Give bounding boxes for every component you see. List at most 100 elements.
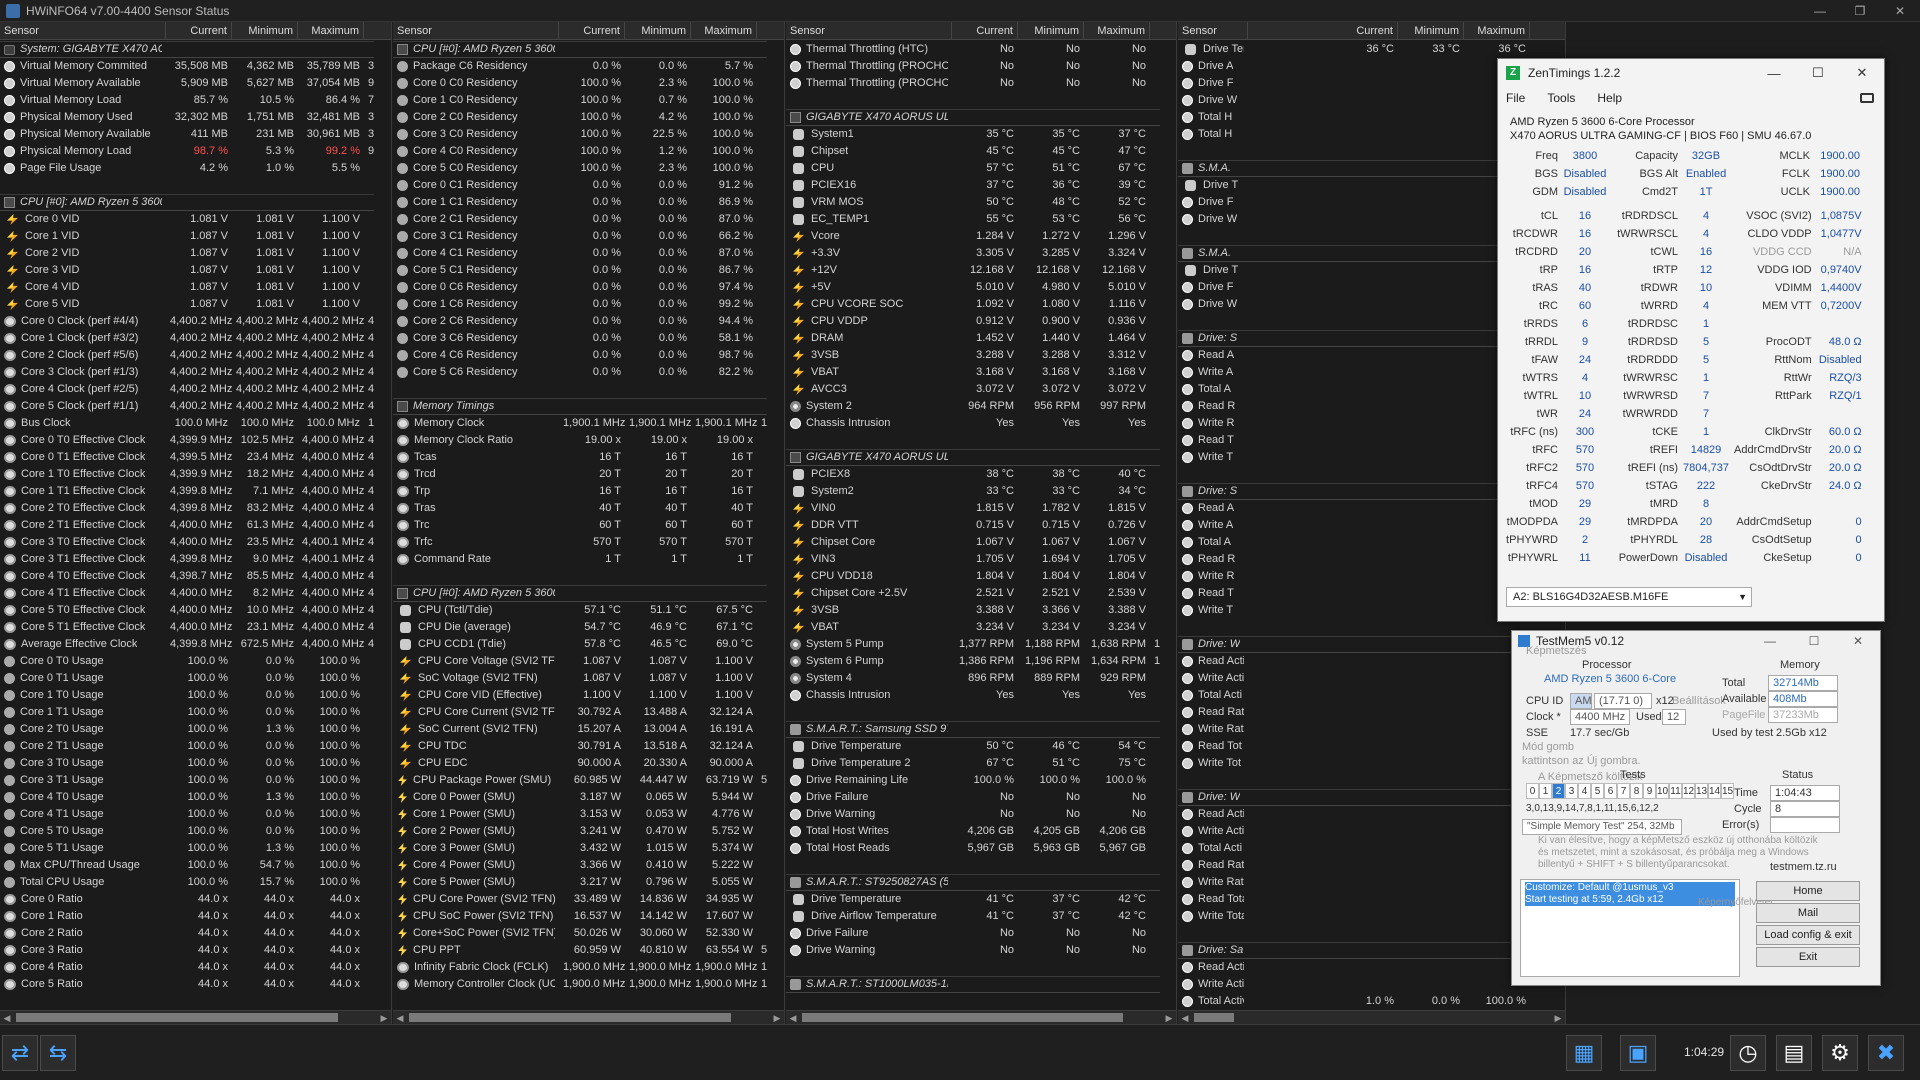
sensor-row[interactable]: VRM MOS 50 °C 48 °C 52 °C [786, 194, 1176, 211]
sensor-row[interactable]: Core 2 Power (SMU) 3.241 W 0.470 W 5.752 W [393, 823, 784, 840]
sensor-row[interactable]: Physical Memory Used 32,302 MB 1,751 MB 32,… [0, 109, 391, 126]
sensor-row[interactable]: CPU Core Power (SVI2 TFN) 33.489 W 14.836 … [393, 891, 784, 908]
test-toggle-14[interactable]: 14 [1708, 783, 1721, 799]
sensor-group[interactable]: S.M.A.R.T.: ST1000LM035-1RK17... [786, 976, 1176, 993]
sensor-row[interactable]: Core 3 C0 Residency 100.0 % 22.5 % 100.0 % [393, 126, 784, 143]
sensor-row[interactable]: Command Rate 1 T1 T1 T [393, 551, 784, 568]
column-header-current[interactable]: Current [1248, 22, 1398, 40]
sensor-row[interactable]: Core 4 Ratio 44.0 x 44.0 x 44.0 x [0, 959, 391, 976]
sensor-row[interactable]: Core 3 C1 Residency 0.0 % 0.0 % 66.2 % [393, 228, 784, 245]
sensor-row[interactable]: Core 5 Clock (perf #1/1) 4,400.2 MHz 4,400… [0, 398, 391, 415]
sensor-row[interactable]: Core 0 C0 Residency 100.0 % 2.3 % 100.0 % [393, 75, 784, 92]
sensor-row[interactable]: Read Rat [1178, 704, 1565, 721]
sensor-row[interactable]: System2 33 °C 33 °C 34 °C [786, 483, 1176, 500]
sensor-row[interactable]: CPU EDC 90.000 A 20.330 A 90.000 A [393, 755, 784, 772]
sensor-row[interactable]: VBAT 3.168 V 3.168 V 3.168 V [786, 364, 1176, 381]
sensor-row[interactable]: +5V 5.010 V 4.980 V 5.010 V [786, 279, 1176, 296]
sensor-row[interactable]: Core 3 Ratio 44.0 x 44.0 x 44.0 x [0, 942, 391, 959]
column-header-sensor[interactable]: Sensor [0, 22, 166, 40]
sensor-row[interactable]: SoC Current (SVI2 TFN) 15.207 A 13.004 A 16… [393, 721, 784, 738]
sensor-row[interactable]: Vcore 1.284 V 1.272 V 1.296 V [786, 228, 1176, 245]
sensor-row[interactable]: Thermal Throttling (HTC) No No No [786, 41, 1176, 58]
sensor-row[interactable]: Core 0 T1 Effective Clock 4,399.5 MHz 23.4… [0, 449, 391, 466]
sensor-row[interactable]: Read Tota [1178, 891, 1565, 908]
sensor-group[interactable]: Drive: W [1178, 789, 1565, 806]
sensor-row[interactable]: Drive Warning No No No [786, 806, 1176, 823]
sensor-row[interactable]: Core 5 C6 Residency 0.0 % 0.0 % 82.2 % [393, 364, 784, 381]
test-toggle-3[interactable]: 3 [1565, 783, 1578, 799]
scroll-right-icon[interactable]: ▶ [1162, 1011, 1176, 1024]
scrollbar-thumb[interactable] [802, 1013, 1123, 1022]
sensor-row[interactable]: Read Tot [1178, 738, 1565, 755]
sensor-row[interactable]: Core 1 T1 Usage 100.0 % 0.0 % 100.0 % [0, 704, 391, 721]
sensor-row[interactable]: Core 4 T0 Usage 100.0 % 1.3 % 100.0 % [0, 789, 391, 806]
sensor-panel-1[interactable]: Sensor Current Minimum Maximum System: GIGAB… [0, 22, 392, 1024]
sensor-row[interactable]: +3.3V 3.305 V 3.285 V 3.324 V [786, 245, 1176, 262]
column-header-maximum[interactable]: Maximum [691, 22, 757, 40]
sensor-row[interactable]: Physical Memory Load 98.7 % 5.3 % 99.2 % 9 [0, 143, 391, 160]
column-header-current[interactable]: Current [166, 22, 232, 40]
horizontal-scrollbar[interactable]: ◀ ▶ [0, 1010, 391, 1024]
scrollbar-thumb[interactable] [16, 1013, 338, 1022]
sensor-row[interactable]: System 6 Pump 1,386 RPM 1,196 RPM 1,634 RPM… [786, 653, 1176, 670]
sensor-row[interactable]: System 2 964 RPM 956 RPM 997 RPM [786, 398, 1176, 415]
sensor-row[interactable]: Drive Temperature 50 °C 46 °C 54 °C [786, 738, 1176, 755]
scroll-left-icon[interactable]: ◀ [393, 1011, 407, 1024]
column-header-minimum[interactable]: Minimum [232, 22, 298, 40]
sensor-row[interactable]: Core 1 Ratio 44.0 x 44.0 x 44.0 x [0, 908, 391, 925]
minimize-button[interactable]: — [1800, 0, 1840, 22]
sensor-row[interactable]: Core 2 VID 1.087 V 1.081 V 1.100 V [0, 245, 391, 262]
sensor-row[interactable]: Write Acti [1178, 976, 1565, 993]
sensor-row[interactable]: Core 0 T0 Effective Clock 4,399.9 MHz 102.… [0, 432, 391, 449]
sensor-row[interactable]: Core 5 T1 Effective Clock 4,400.0 MHz 23.1… [0, 619, 391, 636]
sensor-row[interactable]: System 5 Pump 1,377 RPM 1,188 RPM 1,638 RPM… [786, 636, 1176, 653]
sensor-row[interactable]: Core 3 T1 Effective Clock 4,399.8 MHz 9.0 … [0, 551, 391, 568]
scrollbar-thumb[interactable] [1194, 1013, 1234, 1022]
sensor-row[interactable]: Trfc 570 T 570 T 570 T [393, 534, 784, 551]
sensor-panel-2[interactable]: Sensor Current Minimum Maximum CPU [#0]: AMD… [393, 22, 785, 1024]
sensor-row[interactable]: Total Activity1.0 %0.0 %100.0 % [1178, 993, 1565, 1010]
sensor-row[interactable]: Core 5 C1 Residency 0.0 % 0.0 % 86.7 % [393, 262, 784, 279]
sensor-row[interactable]: Drive Failure No No No [786, 925, 1176, 942]
sensor-row[interactable]: Core 3 T0 Effective Clock 4,400.0 MHz 23.5… [0, 534, 391, 551]
sensor-group[interactable]: Memory Timings [393, 398, 784, 415]
sensor-row[interactable]: Chipset Core +2.5V 2.521 V 2.521 V 2.539 V [786, 585, 1176, 602]
sensor-row[interactable]: Core 5 T1 Usage 100.0 % 1.3 % 100.0 % [0, 840, 391, 857]
sensor-row[interactable]: Core 1 T0 Effective Clock 4,399.9 MHz 18.2… [0, 466, 391, 483]
sensor-row[interactable]: Core 1 T0 Usage 100.0 % 0.0 % 100.0 % [0, 687, 391, 704]
sensor-row[interactable]: Core 3 T1 Usage 100.0 % 0.0 % 100.0 % [0, 772, 391, 789]
zentimings-window[interactable]: Z ZenTimings 1.2.2 — ☐ ✕ File Tools Help… [1497, 58, 1885, 622]
sensor-row[interactable]: SoC Voltage (SVI2 TFN) 1.087 V 1.087 V 1.10… [393, 670, 784, 687]
horizontal-scrollbar[interactable]: ◀ ▶ [393, 1010, 784, 1024]
test-toggle-6[interactable]: 6 [1604, 783, 1617, 799]
sensor-group[interactable]: CPU [#0]: AMD Ryzen 5 3600: En... [393, 585, 784, 602]
sensor-row[interactable]: DDR VTT 0.715 V 0.715 V 0.726 V [786, 517, 1176, 534]
column-header-sensor[interactable]: Sensor [1178, 22, 1248, 40]
sensor-row[interactable]: Core 2 C6 Residency 0.0 % 0.0 % 94.4 % [393, 313, 784, 330]
sensor-row[interactable]: VBAT 3.234 V 3.234 V 3.234 V [786, 619, 1176, 636]
sensor-row[interactable]: Bus Clock100.0 MHz100.0 MHz100.0 MHz10 [0, 415, 391, 432]
sensor-row[interactable]: Package C6 Residency 0.0 % 0.0 % 5.7 % [393, 58, 784, 75]
sensor-group[interactable]: S.M.A.R.T.: ST9250827AS (5RG0... [786, 874, 1176, 891]
sensor-row[interactable]: AVCC3 3.072 V 3.072 V 3.072 V [786, 381, 1176, 398]
test-toggle-10[interactable]: 10 [1656, 783, 1669, 799]
sensor-row[interactable]: Core 3 T0 Usage 100.0 % 0.0 % 100.0 % [0, 755, 391, 772]
sensor-row[interactable]: CPU Package Power (SMU) 60.985 W 44.447 W6… [393, 772, 784, 789]
sensor-row[interactable]: Physical Memory Available 411 MB 231 MB 30,… [0, 126, 391, 143]
sensor-row[interactable]: Core 0 T1 Usage 100.0 % 0.0 % 100.0 % [0, 670, 391, 687]
sensor-row[interactable]: Total Acti [1178, 840, 1565, 857]
sensor-row[interactable]: Core 0 T0 Usage 100.0 % 0.0 % 100.0 % [0, 653, 391, 670]
sensor-row[interactable]: CPU 57 °C 51 °C 67 °C [786, 160, 1176, 177]
sensor-row[interactable]: Chipset Core 1.067 V 1.067 V 1.067 V [786, 534, 1176, 551]
tm-maximize-button[interactable]: ☐ [1792, 634, 1836, 648]
sensor-row[interactable]: Core 5 Ratio 44.0 x 44.0 x 44.0 x [0, 976, 391, 993]
sensor-row[interactable]: PCIEX8 38 °C 38 °C 40 °C [786, 466, 1176, 483]
scroll-right-icon[interactable]: ▶ [377, 1011, 391, 1024]
sensor-row[interactable]: CPU VCORE SOC 1.092 V 1.080 V 1.116 V [786, 296, 1176, 313]
sensor-row[interactable]: Core 0 Power (SMU) 3.187 W 0.065 W 5.944 W [393, 789, 784, 806]
close-button[interactable]: ✕ [1880, 0, 1920, 22]
sensor-row[interactable]: Core 4 Power (SMU) 3.366 W 0.410 W 5.222 W [393, 857, 784, 874]
sensor-row[interactable]: Drive Temperature 2 67 °C 51 °C 75 °C [786, 755, 1176, 772]
column-header-maximum[interactable]: Maximum [1084, 22, 1150, 40]
sensor-row[interactable]: Chassis Intrusion Yes Yes Yes [786, 687, 1176, 704]
